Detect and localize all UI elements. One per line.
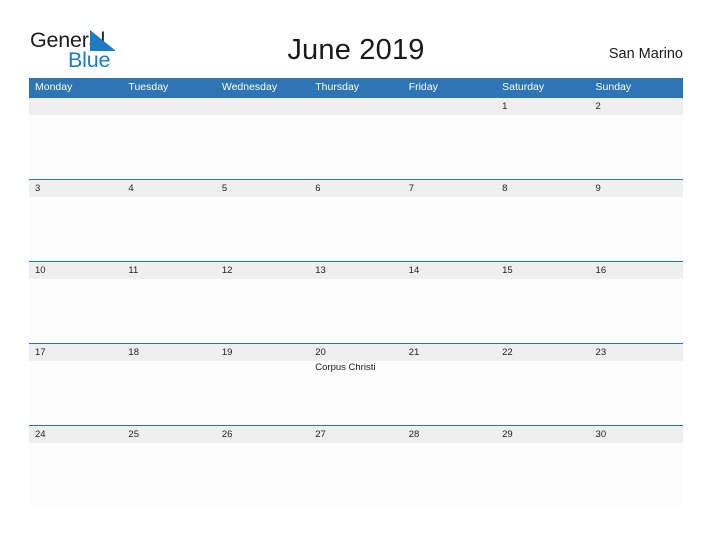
day-cell[interactable] [403, 279, 496, 343]
day-event-corpus-christi: Corpus Christi [315, 362, 376, 373]
page-header: General Blue June 2019 San Marino [0, 0, 712, 78]
week-number-band: 3 4 5 6 7 8 9 [29, 179, 683, 197]
day-number[interactable] [29, 98, 122, 115]
day-cell[interactable] [590, 197, 683, 261]
week-number-band: 17 18 19 20 21 22 23 [29, 343, 683, 361]
day-number[interactable]: 10 [29, 262, 122, 279]
day-number[interactable]: 30 [590, 426, 683, 443]
location-label: San Marino [608, 46, 683, 62]
day-cell[interactable] [29, 115, 122, 179]
day-number[interactable]: 8 [496, 180, 589, 197]
day-cell[interactable] [496, 361, 589, 425]
day-cell[interactable] [590, 279, 683, 343]
day-number[interactable]: 17 [29, 344, 122, 361]
day-cell[interactable] [216, 443, 309, 507]
calendar-week-row: 3 4 5 6 7 8 9 [29, 179, 683, 261]
day-number[interactable] [122, 98, 215, 115]
day-cell[interactable] [403, 361, 496, 425]
weekday-sunday: Sunday [595, 81, 632, 93]
day-number[interactable]: 20 [309, 344, 402, 361]
day-number[interactable]: 24 [29, 426, 122, 443]
calendar-week-row: 24 25 26 27 28 29 30 [29, 425, 683, 507]
day-cell[interactable] [216, 279, 309, 343]
day-cell[interactable] [309, 279, 402, 343]
calendar-week-row: 17 18 19 20 21 22 23 Corpus Christi [29, 343, 683, 425]
day-number[interactable]: 12 [216, 262, 309, 279]
day-number[interactable]: 9 [590, 180, 683, 197]
week-number-band: 1 2 [29, 97, 683, 115]
day-cell[interactable] [403, 443, 496, 507]
day-number[interactable]: 18 [122, 344, 215, 361]
week-event-band [29, 443, 683, 507]
day-cell[interactable] [403, 115, 496, 179]
day-number[interactable]: 1 [496, 98, 589, 115]
day-number[interactable]: 15 [496, 262, 589, 279]
day-number[interactable]: 3 [29, 180, 122, 197]
calendar-week-row: 1 2 [29, 97, 683, 179]
day-cell[interactable] [216, 197, 309, 261]
day-number[interactable] [309, 98, 402, 115]
day-number[interactable]: 2 [590, 98, 683, 115]
day-number[interactable]: 25 [122, 426, 215, 443]
day-number[interactable]: 19 [216, 344, 309, 361]
week-event-band [29, 279, 683, 343]
day-cell[interactable]: Corpus Christi [309, 361, 402, 425]
day-cell[interactable] [122, 197, 215, 261]
day-number[interactable]: 7 [403, 180, 496, 197]
day-cell[interactable] [122, 115, 215, 179]
weekday-tuesday: Tuesday [128, 81, 169, 93]
week-number-band: 10 11 12 13 14 15 16 [29, 261, 683, 279]
day-cell[interactable] [29, 279, 122, 343]
day-number[interactable]: 26 [216, 426, 309, 443]
day-number[interactable]: 5 [216, 180, 309, 197]
calendar-week-row: 10 11 12 13 14 15 16 [29, 261, 683, 343]
day-number[interactable]: 11 [122, 262, 215, 279]
day-number[interactable] [403, 98, 496, 115]
week-event-band [29, 197, 683, 261]
week-number-band: 24 25 26 27 28 29 30 [29, 425, 683, 443]
day-cell[interactable] [216, 115, 309, 179]
week-event-band: Corpus Christi [29, 361, 683, 425]
day-cell[interactable] [122, 443, 215, 507]
day-cell[interactable] [496, 279, 589, 343]
day-cell[interactable] [29, 197, 122, 261]
day-number[interactable]: 29 [496, 426, 589, 443]
day-cell[interactable] [122, 361, 215, 425]
weekday-friday: Friday [408, 81, 438, 93]
weekday-thursday: Thursday [315, 81, 360, 93]
day-cell[interactable] [590, 361, 683, 425]
day-cell[interactable] [403, 197, 496, 261]
weekday-wednesday: Wednesday [221, 81, 278, 93]
day-number[interactable] [216, 98, 309, 115]
day-cell[interactable] [29, 443, 122, 507]
weekday-monday: Monday [35, 81, 73, 93]
day-cell[interactable] [29, 361, 122, 425]
calendar-page: General Blue June 2019 San Marino Monday… [0, 0, 712, 550]
day-cell[interactable] [309, 443, 402, 507]
day-number[interactable]: 22 [496, 344, 589, 361]
weekday-saturday: Saturday [502, 81, 545, 93]
day-cell[interactable] [590, 115, 683, 179]
day-cell[interactable] [496, 197, 589, 261]
day-cell[interactable] [590, 443, 683, 507]
weekday-header-row: Monday Tuesday Wednesday Thursday Friday… [29, 78, 683, 97]
day-cell[interactable] [309, 115, 402, 179]
day-cell[interactable] [216, 361, 309, 425]
day-number[interactable]: 13 [309, 262, 402, 279]
day-number[interactable]: 23 [590, 344, 683, 361]
day-cell[interactable] [309, 197, 402, 261]
day-number[interactable]: 14 [403, 262, 496, 279]
day-number[interactable]: 28 [403, 426, 496, 443]
calendar-grid: Monday Tuesday Wednesday Thursday Friday… [29, 78, 683, 507]
day-number[interactable]: 4 [122, 180, 215, 197]
day-cell[interactable] [496, 115, 589, 179]
day-number[interactable]: 21 [403, 344, 496, 361]
day-number[interactable]: 6 [309, 180, 402, 197]
day-number[interactable]: 27 [309, 426, 402, 443]
page-title: June 2019 [287, 34, 425, 66]
day-number[interactable]: 16 [590, 262, 683, 279]
day-cell[interactable] [496, 443, 589, 507]
day-cell[interactable] [122, 279, 215, 343]
week-event-band [29, 115, 683, 179]
